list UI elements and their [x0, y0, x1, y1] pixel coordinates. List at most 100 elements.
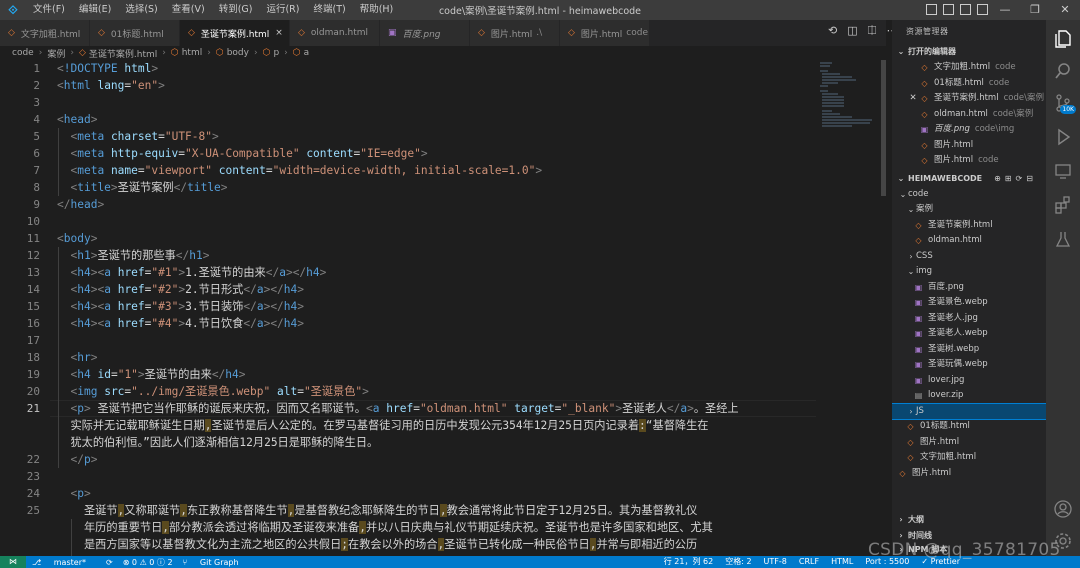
open-editor-item[interactable]: ▣ 百度.png code\img — [892, 122, 1046, 138]
editor-scrollbar[interactable] — [880, 60, 886, 556]
tab-wenzijiacu[interactable]: ◇ 文字加粗.html — [0, 20, 90, 46]
tab-shengdanjie-active[interactable]: ◇ 圣诞节案例.html × — [180, 20, 290, 46]
tree-file[interactable]: ◇ 01标题.html — [892, 419, 1046, 435]
tree-file[interactable]: ◇ 图片.html — [892, 466, 1046, 482]
language-mode[interactable]: HTML — [831, 556, 853, 568]
tree-file[interactable]: ◇ 图片.html — [892, 435, 1046, 451]
tree-folder-selected[interactable]: › JS — [892, 402, 1046, 420]
html-icon: ◇ — [907, 453, 914, 462]
tree-folder[interactable]: › CSS — [892, 249, 1046, 265]
tree-folder[interactable]: ⌄ code — [892, 187, 1046, 203]
tree-file[interactable]: ▣ lover.jpg — [892, 373, 1046, 389]
split-editor-icon[interactable]: ⎅ — [868, 24, 877, 38]
tab-tupian-2[interactable]: ◇ 图片.html code — [560, 20, 650, 46]
outline-section[interactable]: › 大纲 — [892, 512, 1046, 528]
indentation[interactable]: 空格: 2 — [725, 556, 751, 568]
minimap-line — [822, 110, 832, 112]
minimize-button[interactable]: — — [990, 0, 1020, 20]
close-window-button[interactable]: ✕ — [1050, 0, 1080, 20]
menu-selection[interactable]: 选择(S) — [118, 0, 164, 20]
line-ending[interactable]: CRLF — [799, 556, 819, 568]
tree-label: 案例 — [916, 204, 934, 214]
minimap-line — [822, 79, 856, 81]
source-control-icon[interactable]: 10K — [1046, 86, 1080, 120]
git-graph-button[interactable]: ⑂ Git Graph — [183, 558, 249, 567]
branch-indicator[interactable]: ⎇ master* — [32, 558, 96, 567]
tab-baidu-png[interactable]: ▣ 百度.png — [380, 20, 470, 46]
tab-tupian-1[interactable]: ◇ 图片.html .\ — [470, 20, 560, 46]
account-icon[interactable] — [1046, 492, 1080, 526]
toggle-panel-icon[interactable] — [943, 4, 954, 15]
chevron-down-icon: ⌄ — [897, 173, 905, 183]
menu-go[interactable]: 转到(G) — [212, 0, 260, 20]
tree-file[interactable]: ▣ 圣诞景色.webp — [892, 295, 1046, 311]
open-preview-icon[interactable]: ◫ — [847, 24, 857, 38]
code-content[interactable]: <!DOCTYPE html> <html lang="en"> <head> … — [57, 60, 817, 556]
encoding[interactable]: UTF-8 — [764, 556, 787, 568]
breadcrumb-item[interactable]: code — [12, 48, 34, 58]
tree-file[interactable]: ▣ 圣诞老人.webp — [892, 326, 1046, 342]
sync-icon[interactable]: ⟳ — [106, 558, 113, 567]
testing-icon[interactable] — [1046, 222, 1080, 256]
menu-view[interactable]: 查看(V) — [165, 0, 212, 20]
toggle-sidebar-icon[interactable] — [926, 4, 937, 15]
extensions-icon[interactable] — [1046, 188, 1080, 222]
minimap[interactable] — [816, 60, 880, 556]
breadcrumb-item[interactable]: a — [304, 48, 310, 58]
open-changes-icon[interactable]: ⟲ — [828, 24, 837, 38]
breadcrumb-item[interactable]: 案例 — [47, 47, 65, 60]
tree-file[interactable]: ◇ oldman.html — [892, 233, 1046, 249]
open-editor-item[interactable]: ◇ 文字加粗.html code — [892, 60, 1046, 76]
workspace-section[interactable]: ⌄ HEIMAWEBCODE ⊕⊞⟳⊟ — [892, 171, 1046, 187]
search-icon[interactable] — [1046, 54, 1080, 88]
restore-button[interactable]: ❐ — [1020, 0, 1050, 20]
close-tab-icon[interactable]: × — [275, 28, 283, 38]
menu-file[interactable]: 文件(F) — [26, 0, 72, 20]
open-editor-item[interactable]: ◇ oldman.html code\案例 — [892, 107, 1046, 123]
remote-explorer-icon[interactable] — [1046, 154, 1080, 188]
scrollbar-thumb[interactable] — [881, 60, 886, 196]
code-editor[interactable]: 1 2 3 4 5 6 7 8 9 10 11 12 13 14 15 16 1… — [0, 60, 886, 556]
tree-label: lover.zip — [928, 390, 964, 400]
tree-file[interactable]: ◇ 文字加粗.html — [892, 450, 1046, 466]
tree-file[interactable]: ▣ 圣诞玩偶.webp — [892, 357, 1046, 373]
run-debug-icon[interactable] — [1046, 120, 1080, 154]
html-icon: ◇ — [188, 28, 195, 38]
toggle-secondary-sidebar-icon[interactable] — [960, 4, 971, 15]
breadcrumb-item[interactable]: body — [227, 48, 249, 58]
open-editor-item-active[interactable]: ✕ ◇ 圣诞节案例.html code\案例 — [892, 91, 1046, 107]
problems-indicator[interactable]: ⊗ 0 ⚠ 0 ⓘ 2 — [123, 557, 173, 568]
menu-help[interactable]: 帮助(H) — [353, 0, 401, 20]
tree-file[interactable]: ▣ 圣诞老人.jpg — [892, 311, 1046, 327]
remote-indicator-icon[interactable]: ⋈ — [0, 556, 26, 568]
explorer-icon[interactable] — [1046, 22, 1080, 56]
menu-edit[interactable]: 编辑(E) — [72, 0, 118, 20]
tree-folder[interactable]: ⌄ img — [892, 264, 1046, 280]
title-bar: ⟐ 文件(F) 编辑(E) 选择(S) 查看(V) 转到(G) 运行(R) 终端… — [0, 0, 1080, 20]
breadcrumb-item[interactable]: html — [182, 48, 203, 58]
close-icon[interactable]: ✕ — [906, 91, 920, 107]
customize-layout-icon[interactable] — [977, 4, 988, 15]
code-line: <h4><a href="#4">4.节日饮食</a></h4> — [70, 317, 305, 330]
tree-file[interactable]: ▤ lover.zip — [892, 388, 1046, 404]
cursor-position[interactable]: 行 21，列 62 — [664, 556, 713, 568]
menu-run[interactable]: 运行(R) — [259, 0, 306, 20]
tree-file[interactable]: ◇ 圣诞节案例.html — [892, 218, 1046, 234]
open-editor-path: code\案例 — [992, 108, 1034, 119]
tree-folder[interactable]: ⌄ 案例 — [892, 202, 1046, 218]
tree-file[interactable]: ▣ 百度.png — [892, 280, 1046, 296]
open-editor-item[interactable]: ◇ 图片.html — [892, 138, 1046, 154]
tab-oldman[interactable]: ◇ oldman.html — [290, 20, 380, 46]
open-editor-item[interactable]: ◇ 01标题.html code — [892, 76, 1046, 92]
breadcrumb-item[interactable]: 圣诞节案例.html — [89, 47, 157, 60]
menu-terminal[interactable]: 终端(T) — [306, 0, 352, 20]
tree-file[interactable]: ▣ 圣诞树.webp — [892, 342, 1046, 358]
explorer-actions-icon[interactable]: ⊕⊞⟳⊟ — [994, 171, 1037, 187]
tab-01biaoti[interactable]: ◇ 01标题.html — [90, 20, 180, 46]
code-line: <head> — [57, 113, 98, 126]
open-editors-section[interactable]: ⌄ 打开的编辑器 — [892, 44, 1046, 60]
open-editor-item[interactable]: ◇ 图片.html code — [892, 153, 1046, 169]
line-number: 5 — [33, 130, 40, 143]
breadcrumb-item[interactable]: p — [273, 48, 279, 58]
html-icon: ◇ — [921, 78, 928, 88]
